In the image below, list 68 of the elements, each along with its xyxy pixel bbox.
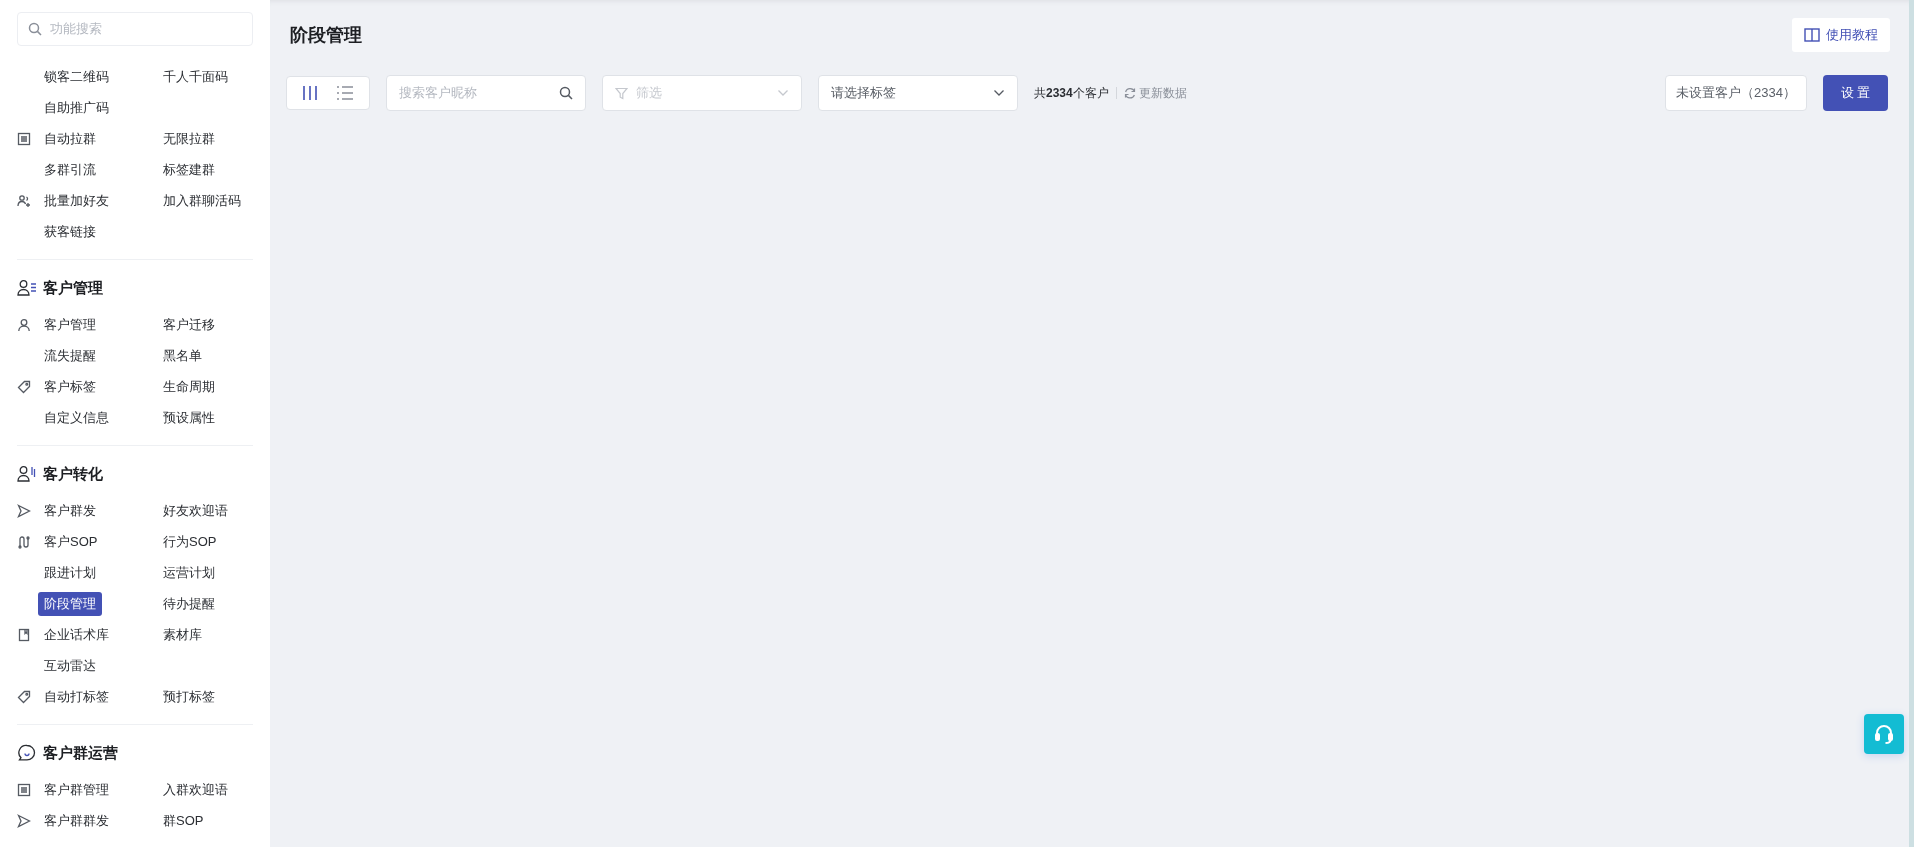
menu-item[interactable]: 行为SOP [157,529,223,554]
unset-customers-button[interactable]: 未设置客户（2334） [1665,75,1807,111]
menu-item[interactable]: 获客链接 [38,219,102,244]
tag-icon [17,379,31,394]
menu-item[interactable]: 客户管理 [38,312,102,337]
menu-item[interactable]: 流失提醒 [38,343,102,368]
menu-item[interactable]: 客户群群发 [38,808,115,833]
menu-item[interactable]: 好友欢迎语 [157,498,234,523]
section-title: 客户群运营 [43,743,118,763]
menu-item[interactable]: 自动打标签 [38,684,115,709]
menu-item[interactable]: 自动拉群 [38,126,102,151]
send-icon [17,813,31,828]
list-box-icon [17,131,31,146]
menu-item[interactable]: 自定义信息 [38,405,115,430]
section-title: 客户转化 [43,464,103,484]
search-icon [559,86,573,100]
menu-item[interactable]: 运营计划 [157,560,221,585]
menu-item[interactable]: 跟进计划 [38,560,102,585]
menu-item[interactable]: 客户群发 [38,498,102,523]
menu-item[interactable]: 多群引流 [38,157,102,182]
menu-item[interactable]: 待办提醒 [157,591,221,616]
menu-item[interactable]: 生命周期 [157,374,221,399]
list-view-button[interactable] [334,83,356,103]
support-button[interactable] [1864,714,1904,754]
book-icon [17,627,31,642]
chat-bubble-icon [17,744,37,762]
list-box-icon [17,782,31,797]
menu-item[interactable]: 入群欢迎语 [157,777,234,802]
menu-item[interactable]: 加入群聊活码 [157,188,247,213]
chevron-down-icon [993,89,1005,97]
user-icon [17,317,31,332]
chevron-down-icon [777,89,789,97]
settings-button[interactable]: 设 置 [1823,75,1888,111]
tutorial-button[interactable]: 使用教程 [1792,18,1890,52]
menu-item[interactable]: 预打标签 [157,684,221,709]
menu-item[interactable]: 客户SOP [38,529,104,554]
menu-item[interactable]: 无限拉群 [157,126,221,151]
refresh-icon [1123,87,1136,99]
menu-item[interactable]: 标签建群 [157,157,221,182]
tag-select[interactable]: 请选择标签 [818,75,1018,111]
menu-item[interactable]: 客户标签 [38,374,102,399]
headset-icon [1873,723,1895,745]
menu-item[interactable]: 预设属性 [157,405,221,430]
flow-icon [17,534,31,549]
menu-item[interactable]: 素材库 [157,622,208,647]
columns-view-button[interactable] [300,83,320,103]
menu-item[interactable]: 锁客二维码 [38,64,115,89]
section-title: 客户管理 [43,278,103,298]
menu-item[interactable]: 客户迁移 [157,312,221,337]
menu-item[interactable]: 自助推广码 [38,95,115,120]
menu-item[interactable]: 千人千面码 [157,64,234,89]
user-list-icon [17,279,37,297]
menu-item[interactable]: 企业话术库 [38,622,115,647]
page-title: 阶段管理 [290,24,362,47]
book-icon [1804,28,1820,42]
customer-count: 共2334个客户 [1034,84,1109,102]
menu-item[interactable]: 批量加好友 [38,188,115,213]
menu-item[interactable]: 黑名单 [157,343,208,368]
menu-item[interactable]: 群SOP [157,808,210,833]
tag-icon [17,689,31,704]
search-icon [28,22,42,36]
menu-item[interactable]: 客户群管理 [38,777,115,802]
user-transfer-icon [17,465,37,483]
funnel-icon [615,86,628,100]
menu-item[interactable]: 阶段管理 [38,591,102,616]
menu-item[interactable]: 互动雷达 [38,653,102,678]
send-icon [17,503,31,518]
people-icon [17,193,31,208]
